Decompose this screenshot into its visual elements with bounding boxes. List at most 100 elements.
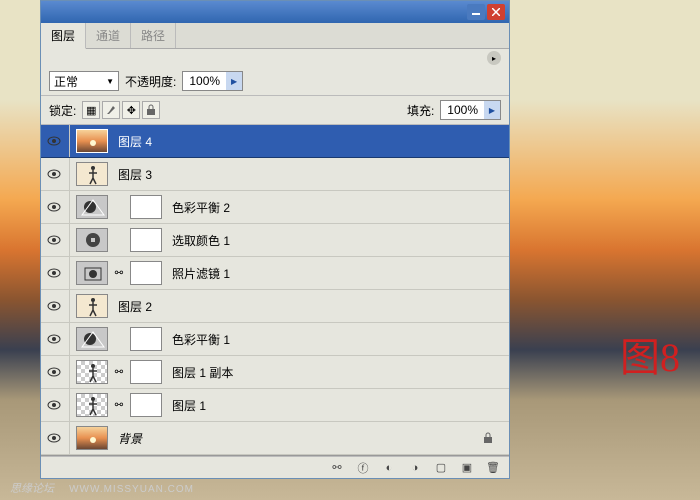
minimize-button[interactable] bbox=[467, 4, 485, 20]
chevron-down-icon: ▼ bbox=[106, 77, 114, 86]
visibility-toggle[interactable] bbox=[43, 235, 65, 245]
panel-titlebar bbox=[41, 1, 509, 23]
close-icon bbox=[492, 8, 500, 16]
lock-all-button[interactable] bbox=[142, 101, 160, 119]
layer-name[interactable]: 图层 1 bbox=[166, 397, 507, 414]
link-mask-icon[interactable]: ⚯ bbox=[112, 365, 126, 379]
layer-row[interactable]: 背景 bbox=[41, 422, 509, 455]
visibility-toggle[interactable] bbox=[43, 202, 65, 212]
tab-paths[interactable]: 路径 bbox=[131, 23, 176, 48]
layer-row[interactable]: ⚯ 图层 1 bbox=[41, 389, 509, 422]
visibility-toggle[interactable] bbox=[43, 400, 65, 410]
panel-tabs: 图层 通道 路径 bbox=[41, 23, 509, 49]
layer-thumbnail[interactable] bbox=[76, 294, 108, 318]
close-button[interactable] bbox=[487, 4, 505, 20]
new-layer-button[interactable]: ▣ bbox=[457, 460, 477, 476]
fill-flyout-icon[interactable]: ▶ bbox=[484, 101, 500, 119]
link-mask-icon[interactable] bbox=[112, 332, 126, 346]
panel-footer: ⚯ ⓕ ◐ ◑ ▢ ▣ 🗑 bbox=[41, 456, 509, 478]
lock-icon bbox=[146, 104, 156, 116]
tab-layers[interactable]: 图层 bbox=[41, 23, 86, 49]
layer-name[interactable]: 背景 bbox=[112, 430, 479, 447]
watermark: 思缘论坛 WWW.MISSYUAN.COM bbox=[10, 480, 194, 496]
visibility-toggle[interactable] bbox=[43, 334, 65, 344]
opacity-input[interactable]: 100% ▶ bbox=[182, 71, 243, 91]
layer-mask-button[interactable]: ◐ bbox=[379, 460, 399, 476]
lock-pixels-button[interactable] bbox=[102, 101, 120, 119]
eye-icon bbox=[47, 367, 61, 377]
layer-name[interactable]: 图层 1 副本 bbox=[166, 364, 507, 381]
lock-position-button[interactable]: ✥ bbox=[122, 101, 140, 119]
layer-row[interactable]: 图层 2 bbox=[41, 290, 509, 323]
layer-row[interactable]: 色彩平衡 2 bbox=[41, 191, 509, 224]
opacity-label: 不透明度: bbox=[125, 73, 176, 90]
visibility-toggle[interactable] bbox=[43, 301, 65, 311]
layer-name[interactable]: 照片滤镜 1 bbox=[166, 265, 507, 282]
fill-label: 填充: bbox=[407, 102, 434, 119]
layer-list: 图层 4 图层 3 色彩平衡 2 选取颜色 1 ⚯ 照片滤镜 1 图层 2 色彩平衡 1 ⚯ 图层… bbox=[41, 125, 509, 456]
link-mask-icon[interactable] bbox=[112, 200, 126, 214]
layer-mask-thumbnail[interactable] bbox=[130, 360, 162, 384]
layer-mask-thumbnail[interactable] bbox=[130, 393, 162, 417]
visibility-toggle[interactable] bbox=[43, 433, 65, 443]
link-mask-icon[interactable]: ⚯ bbox=[112, 266, 126, 280]
eye-icon bbox=[47, 235, 61, 245]
panel-menu-button[interactable]: ▸ bbox=[487, 51, 501, 65]
eye-icon bbox=[47, 268, 61, 278]
link-mask-icon[interactable] bbox=[112, 233, 126, 247]
new-group-button[interactable]: ▢ bbox=[431, 460, 451, 476]
layer-row[interactable]: ⚯ 照片滤镜 1 bbox=[41, 257, 509, 290]
eye-icon bbox=[47, 202, 61, 212]
eye-icon bbox=[47, 400, 61, 410]
layer-name[interactable]: 图层 2 bbox=[112, 298, 507, 315]
layer-row[interactable]: 色彩平衡 1 bbox=[41, 323, 509, 356]
layer-thumbnail[interactable] bbox=[76, 129, 108, 153]
adjustment-layer-button[interactable]: ◑ bbox=[405, 460, 425, 476]
layer-mask-thumbnail[interactable] bbox=[130, 261, 162, 285]
layer-row[interactable]: ⚯ 图层 1 副本 bbox=[41, 356, 509, 389]
layer-thumbnail[interactable] bbox=[76, 360, 108, 384]
layers-panel: 图层 通道 路径 ▸ 正常 ▼ 不透明度: 100% ▶ 锁定: ▦ ✥ bbox=[40, 0, 510, 479]
figure-label: 图8 bbox=[620, 325, 680, 383]
layer-name[interactable]: 色彩平衡 2 bbox=[166, 199, 507, 216]
link-mask-icon[interactable]: ⚯ bbox=[112, 398, 126, 412]
eye-icon bbox=[47, 169, 61, 179]
layer-thumbnail[interactable] bbox=[76, 426, 108, 450]
opacity-flyout-icon[interactable]: ▶ bbox=[226, 72, 242, 90]
visibility-toggle[interactable] bbox=[43, 268, 65, 278]
blend-toolbar: 正常 ▼ 不透明度: 100% ▶ bbox=[41, 67, 509, 96]
eye-icon bbox=[47, 334, 61, 344]
layer-thumbnail[interactable] bbox=[76, 393, 108, 417]
delete-layer-button[interactable]: 🗑 bbox=[483, 460, 503, 476]
blend-mode-select[interactable]: 正常 ▼ bbox=[49, 71, 119, 91]
layer-name[interactable]: 选取颜色 1 bbox=[166, 232, 507, 249]
visibility-toggle[interactable] bbox=[43, 367, 65, 377]
tab-channels[interactable]: 通道 bbox=[86, 23, 131, 48]
layer-thumbnail[interactable] bbox=[76, 261, 108, 285]
link-layers-button[interactable]: ⚯ bbox=[327, 460, 347, 476]
eye-icon bbox=[47, 136, 61, 146]
lock-transparency-button[interactable]: ▦ bbox=[82, 101, 100, 119]
layer-thumbnail[interactable] bbox=[76, 327, 108, 351]
visibility-toggle[interactable] bbox=[43, 136, 65, 146]
brush-icon bbox=[105, 104, 117, 116]
minimize-icon bbox=[472, 8, 480, 16]
layer-thumbnail[interactable] bbox=[76, 228, 108, 252]
visibility-toggle[interactable] bbox=[43, 169, 65, 179]
layer-mask-thumbnail[interactable] bbox=[130, 195, 162, 219]
fill-input[interactable]: 100% ▶ bbox=[440, 100, 501, 120]
layer-name[interactable]: 色彩平衡 1 bbox=[166, 331, 507, 348]
layer-name[interactable]: 图层 4 bbox=[112, 133, 507, 150]
layer-row[interactable]: 图层 4 bbox=[41, 125, 509, 158]
layer-row[interactable]: 选取颜色 1 bbox=[41, 224, 509, 257]
layer-thumbnail[interactable] bbox=[76, 195, 108, 219]
layer-thumbnail[interactable] bbox=[76, 162, 108, 186]
layer-name[interactable]: 图层 3 bbox=[112, 166, 507, 183]
lock-toolbar: 锁定: ▦ ✥ 填充: 100% ▶ bbox=[41, 96, 509, 125]
layer-mask-thumbnail[interactable] bbox=[130, 228, 162, 252]
layer-mask-thumbnail[interactable] bbox=[130, 327, 162, 351]
lock-icon bbox=[483, 432, 497, 444]
layer-row[interactable]: 图层 3 bbox=[41, 158, 509, 191]
eye-icon bbox=[47, 433, 61, 443]
layer-style-button[interactable]: ⓕ bbox=[353, 460, 373, 476]
